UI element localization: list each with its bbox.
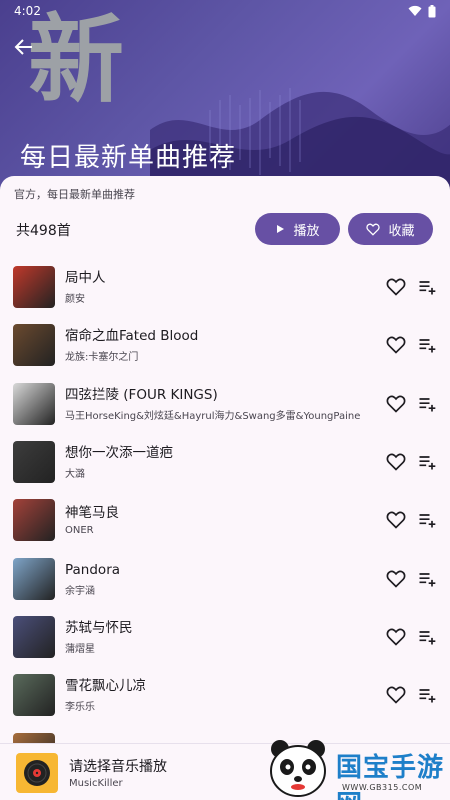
like-heart-icon[interactable] bbox=[386, 627, 406, 647]
collect-label: 收藏 bbox=[388, 223, 415, 239]
status-bar: 4:02 bbox=[0, 0, 450, 22]
add-to-queue-icon[interactable] bbox=[417, 335, 437, 355]
play-icon bbox=[277, 225, 285, 233]
song-row[interactable]: 四弦拦陵 (FOUR KINGS) 马王HorseKing&刘炫廷&Hayrul… bbox=[0, 375, 450, 433]
like-heart-icon[interactable] bbox=[386, 277, 406, 297]
add-to-queue-icon[interactable] bbox=[417, 510, 437, 530]
song-info: 苏轼与怀民 蒲熠星 bbox=[65, 619, 370, 655]
song-title: 雪花飘心儿凉 bbox=[65, 678, 146, 695]
song-artist: 李乐乐 bbox=[65, 702, 95, 714]
song-artist: 余宇涵 bbox=[65, 585, 95, 597]
song-info: 局中人 颜安 bbox=[65, 269, 370, 305]
song-title: 神笔马良 bbox=[65, 505, 119, 522]
song-title: Pandora bbox=[65, 561, 121, 578]
song-row[interactable]: 局中人 颜安 bbox=[0, 258, 450, 316]
song-info: Pandora 余宇涵 bbox=[65, 561, 370, 597]
wifi-icon bbox=[408, 5, 422, 16]
heart-outline-icon bbox=[366, 223, 381, 236]
playlist-description: 官方，每日最新单曲推荐 bbox=[14, 188, 135, 201]
song-row[interactable]: 想你一次添一道疤 大潞 bbox=[0, 433, 450, 491]
back-button[interactable] bbox=[10, 33, 38, 61]
song-title: 苏轼与怀民 bbox=[65, 619, 133, 636]
play-all-label: 播放 bbox=[293, 223, 320, 239]
song-info: 四弦拦陵 (FOUR KINGS) 马王HorseKing&刘炫廷&Hayrul… bbox=[65, 386, 370, 422]
add-to-queue-icon[interactable] bbox=[417, 452, 437, 472]
album-cover bbox=[13, 674, 55, 717]
player-title: 请选择音乐播放 bbox=[69, 759, 167, 775]
song-row[interactable]: 宿命之血Fated Blood 龙族:卡塞尔之门 bbox=[0, 316, 450, 374]
add-to-queue-icon[interactable] bbox=[417, 394, 437, 414]
song-info: 想你一次添一道疤 大潞 bbox=[65, 444, 370, 480]
panda-logo-icon bbox=[270, 740, 326, 797]
like-heart-icon[interactable] bbox=[386, 569, 406, 589]
song-title: 想你一次添一道疤 bbox=[65, 445, 173, 462]
song-artist: ONER bbox=[65, 525, 94, 537]
page-title: 每日最新单曲推荐 bbox=[20, 143, 237, 173]
song-row[interactable]: 雪花飘心儿凉 李乐乐 bbox=[0, 666, 450, 724]
watermark-brand: 国宝手游网 bbox=[336, 753, 445, 800]
album-art bbox=[16, 753, 58, 793]
song-artist: 颜安 bbox=[65, 294, 85, 306]
add-to-queue-icon[interactable] bbox=[417, 277, 437, 297]
playlist-sheet: 官方，每日最新单曲推荐 共498首 播放 收藏 局中人 颜安 宿命之血Fated… bbox=[0, 176, 450, 800]
album-cover bbox=[13, 441, 55, 484]
song-artist: 大潞 bbox=[65, 469, 85, 481]
like-heart-icon[interactable] bbox=[386, 510, 406, 530]
song-title: 四弦拦陵 (FOUR KINGS) bbox=[65, 386, 218, 403]
song-info: 神笔马良 ONER bbox=[65, 504, 370, 536]
album-cover bbox=[13, 557, 55, 600]
like-heart-icon[interactable] bbox=[386, 452, 406, 472]
hero-banner: 新 每日最新单曲推荐 bbox=[0, 0, 450, 200]
status-time: 4:02 bbox=[14, 4, 41, 18]
song-list: 局中人 颜安 宿命之血Fated Blood 龙族:卡塞尔之门 四弦拦陵 (FO… bbox=[0, 258, 450, 783]
song-artist: 龙族:卡塞尔之门 bbox=[65, 352, 139, 364]
add-to-queue-icon[interactable] bbox=[417, 569, 437, 589]
add-to-queue-icon[interactable] bbox=[417, 627, 437, 647]
collect-button[interactable]: 收藏 bbox=[348, 213, 433, 245]
album-cover bbox=[13, 266, 55, 309]
watermark-url: WWW.GB315.COM bbox=[342, 783, 423, 792]
song-title: 宿命之血Fated Blood bbox=[65, 328, 199, 345]
like-heart-icon[interactable] bbox=[386, 335, 406, 355]
add-to-queue-icon[interactable] bbox=[417, 685, 437, 705]
song-row[interactable]: 苏轼与怀民 蒲熠星 bbox=[0, 608, 450, 666]
song-artist: 蒲熠星 bbox=[65, 643, 95, 655]
player-subtitle: MusicKiller bbox=[69, 778, 123, 789]
battery-icon bbox=[428, 4, 436, 17]
song-info: 雪花飘心儿凉 李乐乐 bbox=[65, 677, 370, 713]
song-artist: 马王HorseKing&刘炫廷&Hayrul海力&Swang多雷&YoungPa… bbox=[65, 410, 361, 422]
song-info: 宿命之血Fated Blood 龙族:卡塞尔之门 bbox=[65, 327, 370, 363]
album-cover bbox=[13, 615, 55, 658]
play-all-button[interactable]: 播放 bbox=[255, 213, 340, 245]
like-heart-icon[interactable] bbox=[386, 394, 406, 414]
song-count: 共498首 bbox=[16, 223, 71, 239]
song-title: 局中人 bbox=[65, 270, 106, 287]
arrow-left-icon bbox=[14, 39, 32, 55]
like-heart-icon[interactable] bbox=[386, 685, 406, 705]
vinyl-disc-icon bbox=[24, 760, 50, 786]
site-watermark: 国宝手游网 WWW.GB315.COM bbox=[260, 735, 450, 800]
album-cover bbox=[13, 324, 55, 367]
song-row[interactable]: 神笔马良 ONER bbox=[0, 491, 450, 549]
song-row[interactable]: Pandora 余宇涵 bbox=[0, 549, 450, 607]
album-cover bbox=[13, 382, 55, 425]
album-cover bbox=[13, 499, 55, 542]
